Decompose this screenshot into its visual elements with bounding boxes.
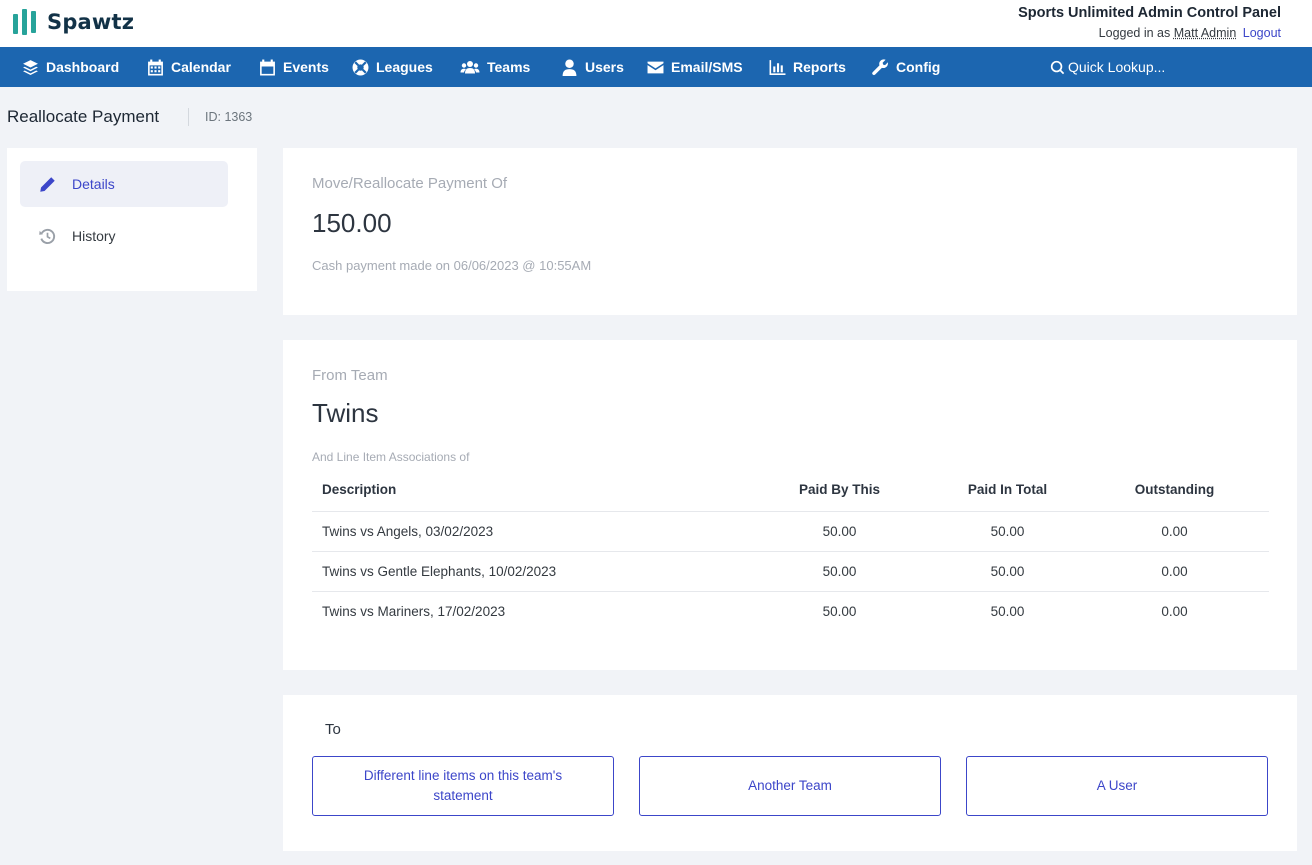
wrench-icon: [872, 58, 889, 76]
quick-lookup[interactable]: Quick Lookup...: [1050, 47, 1165, 87]
history-icon: [38, 227, 57, 246]
cell-paid-in-total: 50.00: [935, 550, 1080, 591]
login-status: Logged in as Matt Admin Logout: [1099, 26, 1281, 40]
table-row: Twins vs Angels, 03/02/2023 50.00 50.00 …: [312, 510, 1269, 551]
sidebar: Details History: [7, 148, 257, 291]
top-header: Spawtz Sports Unlimited Admin Control Pa…: [0, 0, 1312, 47]
nav-label: Config: [896, 59, 941, 75]
column-header-paid-in-total: Paid In Total: [967, 481, 1048, 497]
nav-calendar[interactable]: Calendar: [147, 47, 231, 87]
cell-outstanding: 0.00: [1080, 510, 1269, 551]
line-items-table: Description Paid By This Paid In Total O…: [312, 468, 1269, 631]
cell-description: Twins vs Angels, 03/02/2023: [312, 510, 744, 551]
another-team-button[interactable]: Another Team: [639, 756, 941, 816]
nav-label: Events: [283, 59, 329, 75]
sidebar-item-history[interactable]: History: [20, 213, 228, 259]
cell-paid-in-total: 50.00: [935, 590, 1080, 631]
panel-title: Sports Unlimited Admin Control Panel: [1018, 5, 1281, 21]
column-header-outstanding: Outstanding: [1134, 481, 1215, 497]
nav-config[interactable]: Config: [872, 47, 940, 87]
nav-label: Reports: [793, 59, 846, 75]
user-icon: [561, 59, 578, 76]
nav-label: Teams: [487, 59, 531, 75]
logo-text: Spawtz: [47, 10, 135, 34]
column-header-paid-by-this: Paid By This: [798, 481, 881, 497]
main-nav: Dashboard Calendar Events Leagues Teams …: [0, 47, 1312, 87]
nav-leagues[interactable]: Leagues: [352, 47, 433, 87]
payment-card: Move/Reallocate Payment Of 150.00 Cash p…: [283, 148, 1297, 315]
layers-icon: [22, 59, 39, 76]
nav-dashboard[interactable]: Dashboard: [22, 47, 119, 87]
payment-label: Move/Reallocate Payment Of: [312, 175, 508, 192]
cell-outstanding: 0.00: [1080, 550, 1269, 591]
nav-label: Dashboard: [46, 59, 120, 75]
nav-events[interactable]: Events: [259, 47, 329, 87]
record-id: ID: 1363: [205, 110, 253, 124]
cell-paid-by-this: 50.00: [744, 510, 935, 551]
calendar-icon: [259, 59, 276, 76]
nav-reports[interactable]: Reports: [769, 47, 846, 87]
logout-link[interactable]: Logout: [1243, 26, 1281, 40]
calendar-grid-icon: [147, 59, 164, 76]
to-card: To Different line items on this team's s…: [283, 695, 1297, 851]
cell-description: Twins vs Mariners, 17/02/2023: [312, 590, 744, 631]
sidebar-item-details[interactable]: Details: [20, 161, 228, 207]
from-team-label: From Team: [312, 367, 388, 384]
nav-label: Users: [585, 59, 624, 75]
table-header-row: Description Paid By This Paid In Total O…: [312, 468, 1269, 511]
sidebar-item-label: History: [72, 228, 116, 244]
table-row: Twins vs Mariners, 17/02/2023 50.00 50.0…: [312, 590, 1269, 631]
nav-email-sms[interactable]: Email/SMS: [647, 47, 743, 87]
table-row: Twins vs Gentle Elephants, 10/02/2023 50…: [312, 550, 1269, 591]
spawtz-logo[interactable]: Spawtz: [13, 9, 134, 35]
nav-label: Email/SMS: [671, 59, 743, 75]
cell-outstanding: 0.00: [1080, 590, 1269, 631]
cell-description: Twins vs Gentle Elephants, 10/02/2023: [312, 550, 744, 591]
logged-in-prefix: Logged in as: [1098, 26, 1171, 40]
from-team-card: From Team Twins And Line Item Associatio…: [283, 340, 1297, 670]
search-icon: [1050, 59, 1065, 76]
cell-paid-by-this: 50.00: [744, 590, 935, 631]
column-header-description: Description: [322, 481, 397, 497]
a-user-button[interactable]: A User: [966, 756, 1268, 816]
to-label: To: [325, 721, 341, 738]
logo-bars-icon: [13, 9, 36, 35]
sidebar-item-label: Details: [72, 176, 115, 192]
nav-teams[interactable]: Teams: [460, 47, 530, 87]
nav-label: Leagues: [376, 59, 433, 75]
cell-paid-by-this: 50.00: [744, 550, 935, 591]
team-name: Twins: [312, 398, 379, 428]
pencil-icon: [38, 175, 57, 194]
quick-lookup-label: Quick Lookup...: [1068, 59, 1166, 75]
life-ring-icon: [352, 59, 369, 76]
nav-users[interactable]: Users: [561, 47, 624, 87]
line-items-label: And Line Item Associations of: [312, 450, 470, 464]
users-group-icon: [460, 59, 480, 76]
title-divider: [188, 108, 189, 126]
payment-amount: 150.00: [312, 208, 392, 238]
bar-chart-icon: [769, 59, 786, 76]
nav-label: Calendar: [171, 59, 231, 75]
current-user-name[interactable]: Matt Admin: [1174, 26, 1237, 40]
envelope-icon: [647, 59, 664, 76]
different-line-items-button[interactable]: Different line items on this team's stat…: [312, 756, 614, 816]
payment-description: Cash payment made on 06/06/2023 @ 10:55A…: [312, 258, 592, 273]
page-title: Reallocate Payment: [7, 107, 160, 126]
cell-paid-in-total: 50.00: [935, 510, 1080, 551]
